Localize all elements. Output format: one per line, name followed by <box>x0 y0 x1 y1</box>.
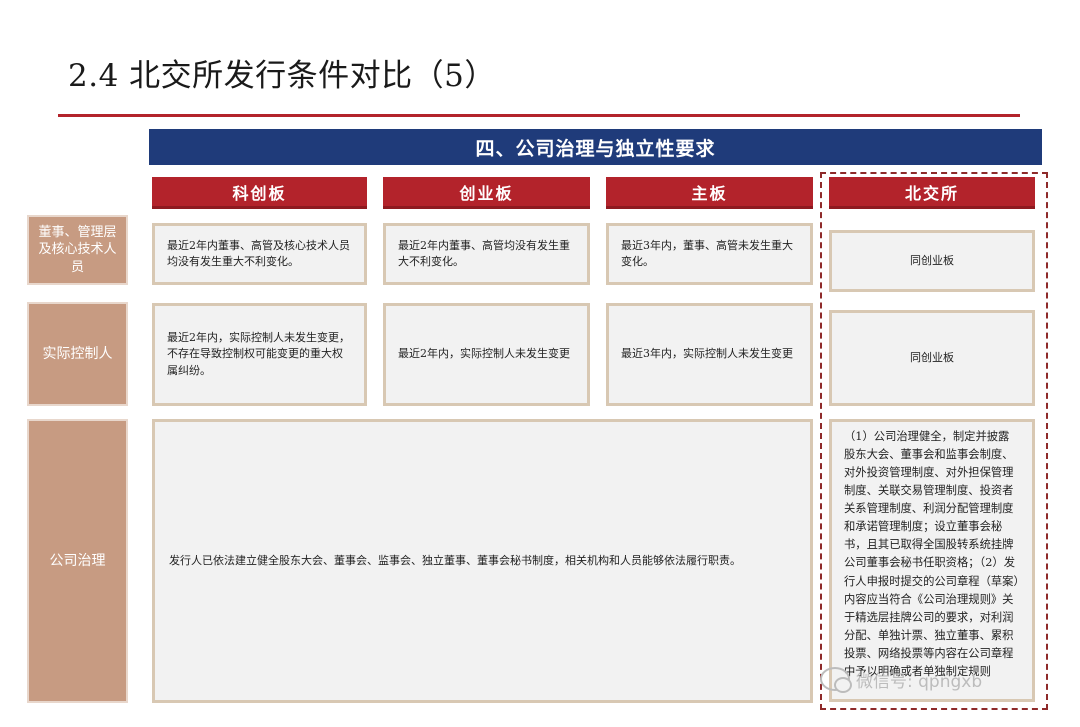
cell-kechuang-controller: 最近2年内，实际控制人未发生变更，不存在导致控制权可能变更的重大权属纠纷。 <box>152 303 367 406</box>
cell-beijiaosuo-governance: （1）公司治理健全，制定并披露股东大会、董事会和监事会制度、对外投资管理制度、对… <box>829 419 1035 702</box>
column-header-chuangye: 创业板 <box>383 177 590 209</box>
column-header-kechuang: 科创板 <box>152 177 367 209</box>
cell-beijiaosuo-controller: 同创业板 <box>829 310 1035 406</box>
row-header-governance: 公司治理 <box>27 419 128 703</box>
title-underline <box>58 114 1020 117</box>
cell-zhuban-controller: 最近3年内，实际控制人未发生变更 <box>606 303 813 406</box>
cell-zhuban-management: 最近3年内，董事、高管未发生重大变化。 <box>606 223 813 285</box>
page-title: 2.4 北交所发行条件对比（5） <box>68 58 496 94</box>
column-header-zhuban: 主板 <box>606 177 813 209</box>
row-header-management: 董事、管理层及核心技术人员 <box>27 215 128 285</box>
cell-chuangye-management: 最近2年内董事、高管均没有发生重大不利变化。 <box>383 223 590 285</box>
cell-kechuang-management: 最近2年内董事、高管及核心技术人员均没有发生重大不利变化。 <box>152 223 367 285</box>
cell-chuangye-controller: 最近2年内，实际控制人未发生变更 <box>383 303 590 406</box>
watermark-text: 微信号: qpngxb <box>856 671 983 692</box>
wechat-watermark: 微信号: qpngxb <box>820 664 1050 694</box>
section-banner: 四、公司治理与独立性要求 <box>149 129 1042 165</box>
wechat-icon <box>820 667 852 693</box>
cell-governance-merged: 发行人已依法建立健全股东大会、董事会、监事会、独立董事、董事会秘书制度，相关机构… <box>152 419 813 703</box>
cell-beijiaosuo-management: 同创业板 <box>829 230 1035 292</box>
row-header-controller: 实际控制人 <box>27 302 128 406</box>
